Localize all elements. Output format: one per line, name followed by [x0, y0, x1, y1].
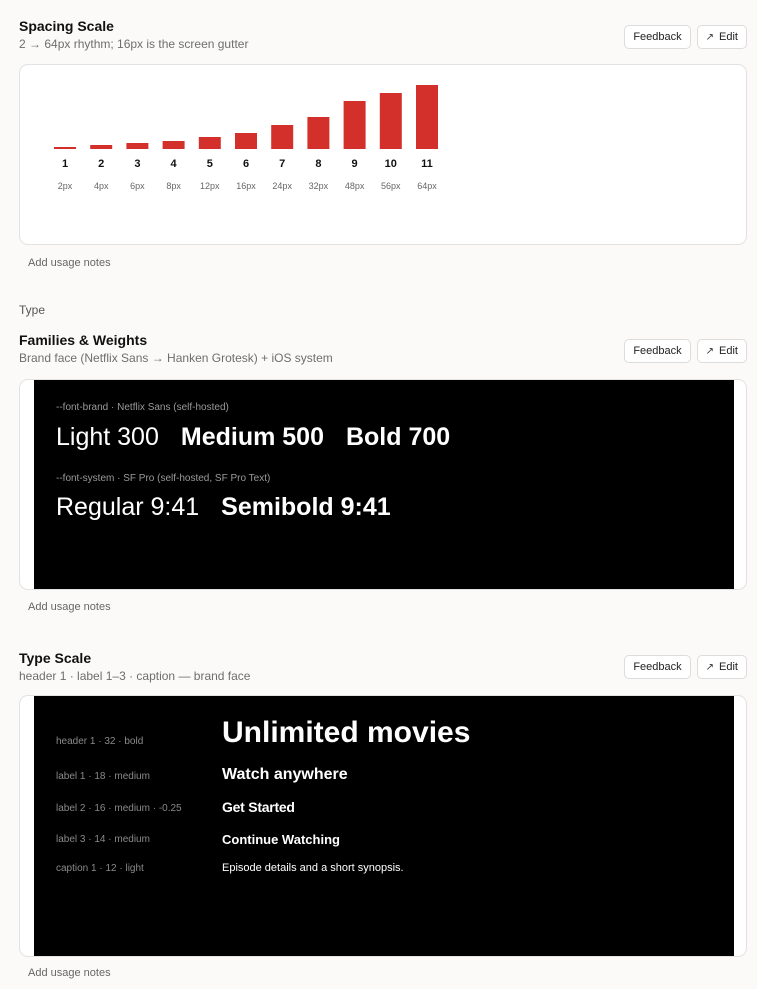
families-dark-preview: --font-brand · Netflix Sans (self-hosted… [34, 380, 734, 589]
spacing-bar-value-label: 32px [309, 181, 329, 191]
type-row-meta: caption 1 · 12 · light [56, 863, 144, 874]
add-usage-notes-link[interactable]: Add usage notes [28, 967, 111, 979]
edit-label: Edit [719, 345, 738, 357]
spacing-bar-value-label: 12px [200, 181, 220, 191]
brand-sample-bold: Bold 700 [345, 423, 451, 451]
system-font-label: --font-system · SF Pro (self-hosted, SF … [56, 473, 271, 484]
add-usage-notes-link[interactable]: Add usage notes [28, 601, 111, 613]
feedback-button[interactable]: Feedback [624, 655, 691, 679]
spacing-bar-index: 5 [207, 158, 213, 170]
type-row-meta: label 3 · 14 · medium [56, 834, 150, 845]
families-header: Families & Weights Brand face (Netflix S… [19, 332, 333, 365]
feedback-button[interactable]: Feedback [624, 25, 691, 49]
feedback-label: Feedback [633, 661, 682, 673]
spacing-bar-9 [343, 101, 366, 149]
spacing-scale-section: Spacing Scale 2 → 64px rhythm; 16px is t… [0, 18, 757, 278]
spacing-bar-3 [126, 143, 149, 149]
feedback-label: Feedback [633, 345, 682, 357]
type-row-sample: Continue Watching [222, 832, 340, 847]
external-arrow-icon: ↗ [705, 345, 715, 357]
type-row-meta: header 1 · 32 · bold [56, 736, 144, 747]
type-scale-preview-card: header 1 · 32 · bold Unlimited movies la… [19, 695, 747, 957]
spacing-bar-index: 11 [421, 158, 433, 170]
section-title: Spacing Scale [19, 18, 114, 34]
spacing-bar-11 [416, 85, 438, 149]
edit-button[interactable]: ↗ Edit [696, 339, 747, 363]
type-row-meta: label 2 · 16 · medium · -0.25 [56, 803, 182, 814]
add-usage-notes-link[interactable]: Add usage notes [28, 257, 111, 269]
spacing-bar-4 [162, 141, 185, 149]
edit-button[interactable]: ↗ Edit [696, 655, 747, 679]
edit-label: Edit [719, 31, 738, 43]
spacing-bar-value-label: 24px [272, 181, 292, 191]
section-actions: Feedback ↗ Edit [624, 655, 747, 679]
edit-label: Edit [719, 661, 738, 673]
external-arrow-icon: ↗ [705, 661, 715, 673]
spacing-bar-index: 9 [352, 158, 358, 170]
type-row-sample: Get Started [222, 799, 295, 815]
spacing-bar-index: 2 [98, 158, 104, 170]
spacing-bar-1 [54, 147, 76, 149]
section-actions: Feedback ↗ Edit [624, 339, 747, 363]
spacing-bar-chart: 12px24px36px48px512px616px724px832px948p… [54, 85, 438, 191]
spacing-bar-index: 1 [62, 158, 68, 170]
type-row-sample: Watch anywhere [222, 766, 348, 783]
section-title: Families & Weights [19, 332, 148, 348]
families-weights-section: Families & Weights Brand face (Netflix S… [0, 332, 757, 617]
spacing-bar-7 [271, 125, 294, 149]
brand-font-label: --font-brand · Netflix Sans (self-hosted… [56, 402, 229, 413]
spacing-bar-index: 4 [171, 158, 178, 170]
external-arrow-icon: ↗ [705, 31, 715, 43]
type-row-meta: label 1 · 18 · medium [56, 771, 150, 782]
type-scale-section: Type Scale header 1 · label 1–3 · captio… [0, 650, 757, 985]
spacing-bar-index: 7 [279, 158, 285, 170]
edit-button[interactable]: ↗ Edit [696, 25, 747, 49]
spacing-bar-index: 6 [243, 158, 249, 170]
section-subtitle: Brand face (Netflix Sans → Hanken Grotes… [19, 351, 333, 365]
brand-sample-medium: Medium 500 [180, 423, 324, 451]
spacing-bar-value-label: 6px [130, 181, 145, 191]
spacing-bar-10 [379, 93, 402, 149]
spacing-chart-card: 1 2px 2 4px 3 6px 4 8px 5 12px 6 16px 7 24px 8 32px 9 48p… [19, 64, 747, 245]
spacing-bar-value-label: 8px [166, 181, 181, 191]
section-title: Type Scale [19, 650, 92, 666]
section-subtitle: header 1 · label 1–3 · caption — brand f… [19, 669, 251, 683]
spacing-bar-8 [307, 117, 330, 149]
system-weight-samples: Regular 9:41 Semibold 9:41 [56, 493, 391, 522]
spacing-bar-value-label: 56px [381, 181, 401, 191]
section-actions: Feedback ↗ Edit [624, 25, 747, 49]
spacing-bar-value-label: 48px [345, 181, 365, 191]
spacing-bar-6 [235, 133, 257, 149]
spacing-bar-index: 3 [134, 158, 140, 170]
type-row-sample: Episode details and a short synopsis. [222, 862, 404, 874]
spacing-scale-header: Spacing Scale 2 → 64px rhythm; 16px is t… [19, 18, 248, 51]
families-preview-card: --font-brand · Netflix Sans (self-hosted… [19, 379, 747, 590]
feedback-label: Feedback [633, 31, 682, 43]
brand-sample-light: Light 300 [56, 423, 159, 451]
spacing-bar-value-label: 64px [417, 181, 437, 191]
spacing-bar-index: 10 [385, 158, 397, 170]
type-scale-header: Type Scale header 1 · label 1–3 · captio… [19, 650, 250, 683]
section-subtitle: 2 → 64px rhythm; 16px is the screen gutt… [19, 37, 249, 51]
feedback-button[interactable]: Feedback [624, 339, 691, 363]
type-scale-dark-preview: header 1 · 32 · bold Unlimited movies la… [34, 696, 734, 956]
system-sample-semibold: Semibold 9:41 [221, 493, 391, 521]
system-sample-regular: Regular 9:41 [56, 493, 200, 521]
spacing-bar-index: 8 [315, 158, 321, 170]
spacing-bar-5 [198, 137, 221, 149]
spacing-bar-value-label: 16px [236, 181, 256, 191]
type-row-sample: Unlimited movies [222, 716, 471, 749]
spacing-bar-value-label: 2px [58, 181, 73, 191]
spacing-bar-2 [90, 145, 113, 149]
group-label-type: Type [19, 303, 46, 317]
brand-weight-samples: Light 300 Medium 500 Bold 700 [56, 423, 450, 452]
spacing-bar-value-label: 4px [94, 181, 109, 191]
